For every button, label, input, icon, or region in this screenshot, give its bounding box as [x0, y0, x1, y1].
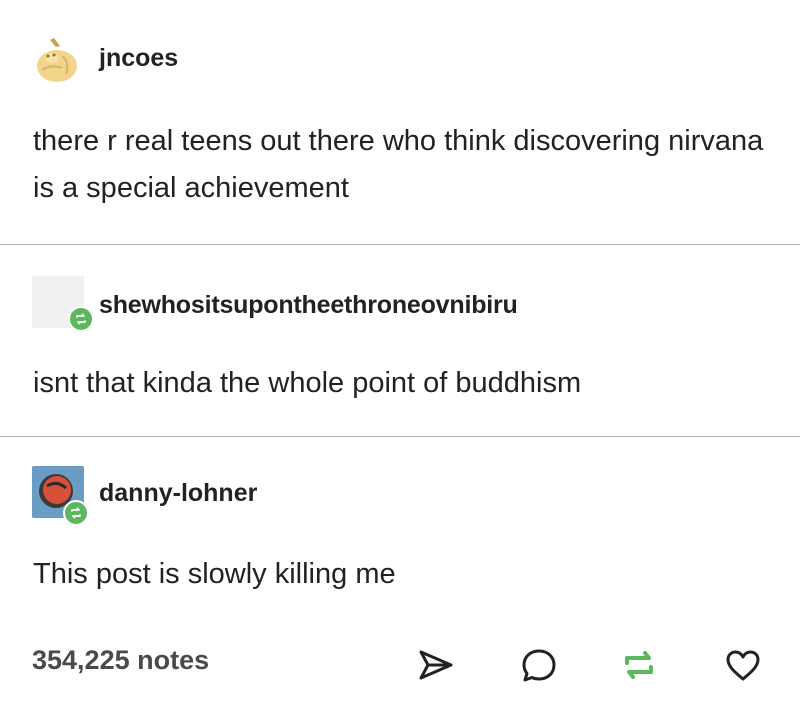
avatar-image-icon	[37, 38, 77, 82]
post-text: there r real teens out there who think d…	[33, 125, 764, 204]
reblog-badge-icon	[68, 306, 94, 332]
reblog-badge-icon	[63, 500, 89, 526]
share-icon[interactable]	[415, 644, 457, 686]
post-username[interactable]: jncoes	[99, 44, 178, 73]
post-shewhositsupontheethroneovnibiru: shewhositsupontheethroneovnibiru isnt th…	[0, 246, 800, 436]
post-username[interactable]: danny-lohner	[99, 479, 257, 508]
divider	[0, 244, 800, 245]
post-danny-lohner: danny-lohner This post is slowly killing…	[0, 437, 800, 711]
post-jncoes: jncoes there r real teens out there who …	[0, 0, 800, 245]
post-text: This post is slowly killing me	[33, 558, 396, 590]
notes-count[interactable]: 354,225 notes	[32, 645, 209, 676]
like-icon[interactable]	[722, 644, 764, 686]
reblog-icon[interactable]	[618, 644, 660, 686]
reply-icon[interactable]	[518, 644, 560, 686]
post-text: isnt that kinda the whole point of buddh…	[33, 367, 582, 399]
post-username[interactable]: shewhositsupontheethroneovnibiru	[99, 291, 518, 320]
avatar[interactable]	[32, 34, 84, 86]
